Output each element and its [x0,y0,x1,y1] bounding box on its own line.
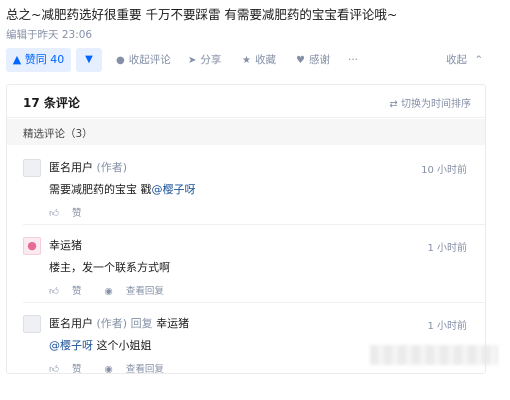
author-name[interactable]: 匿名用户 [49,161,93,174]
like-button[interactable]: 👍︎ 赞 [49,286,91,297]
comment-author: 匿名用户 (作者) 回复 幸运猪 [49,315,189,331]
triangle-up-icon: ▲ [12,53,22,66]
comment-item: 匿名用户 (作者) 10 小时前 需要减肥药的宝宝 戳@樱子呀 👍︎ 赞 [7,149,485,225]
reply-word: 回复 [130,317,153,330]
thumb-up-icon: 👍︎ [49,286,59,297]
more-icon: ··· [348,54,359,66]
edited-time: 编辑于昨天 23:06 [6,29,93,41]
divider [23,302,485,303]
thumb-up-icon: 👍︎ [49,208,59,219]
swap-icon: ⇄ [389,99,398,110]
comment-text: 需要减肥药的宝宝 戳@樱子呀 [49,181,196,197]
avatar[interactable]: ● [23,237,41,255]
share-icon: ➤ [188,55,197,66]
collapse-label: 收起 [446,54,467,66]
featured-header: 精选评论（3） [7,119,485,145]
avatar[interactable] [23,159,41,177]
author-note: (作者) [96,317,128,330]
comment-time: 1 小时前 [427,243,467,254]
comment-text: @樱子呀 这个小姐姐 [49,337,152,353]
comments-panel: 17 条评论 ⇄ 切换为时间排序 精选评论（3） 匿名用户 (作者) 10 小时… [6,84,486,374]
star-icon: ★ [242,55,251,66]
like-label: 赞 [71,364,82,374]
view-replies-label: 查看回复 [125,364,164,374]
collapse-button[interactable]: 收起 ⌃ [446,48,483,72]
comment-time: 10 小时前 [421,165,467,176]
action-bar: ▲ 赞同 40 ▼ ● 收起评论 ➤ 分享 ★ 收藏 ♥ 感谢 ··· 收起 ⌃ [6,48,490,74]
comment-item: ● 幸运猪 1 小时前 楼主，发一个联系方式啊 👍︎ 赞 ◉ 查看回复 [7,227,485,303]
chevron-up-icon: ⌃ [474,54,484,66]
thanks-button[interactable]: ♥ 感谢 [296,48,330,72]
comment-text: 楼主，发一个联系方式啊 [49,259,170,275]
comment-icon: ● [116,55,125,66]
favorite-button[interactable]: ★ 收藏 [242,48,276,72]
author-note: (作者) [96,161,128,174]
triangle-down-icon: ▼ [85,54,93,65]
reply-bubble-icon: ◉ [104,286,113,297]
downvote-button[interactable]: ▼ [76,48,102,72]
collapse-comments-button[interactable]: ● 收起评论 [116,48,171,72]
comment-ops: 👍︎ 赞 ◉ 查看回复 [49,283,184,297]
share-label: 分享 [200,54,222,66]
comment-author: 匿名用户 (作者) [49,159,127,175]
like-label: 赞 [71,208,82,219]
comment-text-main: 楼主，发一个联系方式啊 [49,261,170,274]
author-name[interactable]: 匿名用户 [49,317,93,330]
heart-icon: ♥ [296,55,305,66]
upvote-label: 赞同 40 [24,53,65,66]
comment-author: 幸运猪 [49,237,82,253]
more-button[interactable]: ··· [348,48,358,72]
like-button[interactable]: 👍︎ 赞 [49,364,91,374]
comment-ops: 👍︎ 赞 [49,205,101,219]
share-button[interactable]: ➤ 分享 [188,48,221,72]
blurred-watermark [370,345,498,365]
like-button[interactable]: 👍︎ 赞 [49,208,91,219]
comment-time: 1 小时前 [427,321,467,332]
upvote-button[interactable]: ▲ 赞同 40 [6,48,71,72]
mention-link[interactable]: @樱子呀 [49,339,93,352]
mention-link[interactable]: @樱子呀 [152,183,196,196]
sort-toggle[interactable]: ⇄ 切换为时间排序 [389,95,471,110]
featured-label: 精选评论（3） [23,128,93,140]
view-replies-label: 查看回复 [125,286,164,297]
post-summary: 总之~减肥药选好很重要 千万不要踩雷 有需要减肥药的宝宝看评论哦~ [6,7,398,22]
comments-header: 17 条评论 ⇄ 切换为时间排序 [7,85,485,118]
view-replies-button[interactable]: ◉ 查看回复 [105,286,174,297]
reply-to-name[interactable]: 幸运猪 [156,317,189,330]
comment-count: 17 条评论 [23,96,80,110]
favorite-label: 收藏 [254,54,276,66]
author-name[interactable]: 幸运猪 [49,239,82,252]
collapse-comments-label: 收起评论 [128,54,171,66]
thanks-label: 感谢 [308,54,330,66]
avatar[interactable] [23,315,41,333]
comment-ops: 👍︎ 赞 ◉ 查看回复 [49,361,184,374]
reply-bubble-icon: ◉ [104,364,113,374]
comment-text-main: 需要减肥药的宝宝 戳 [49,183,152,196]
view-replies-button[interactable]: ◉ 查看回复 [104,364,174,374]
thumb-up-icon: 👍︎ [49,364,59,374]
sort-label: 切换为时间排序 [401,99,471,110]
comment-text-after: 这个小姐姐 [93,339,152,352]
like-label: 赞 [71,286,82,297]
divider [23,224,485,225]
